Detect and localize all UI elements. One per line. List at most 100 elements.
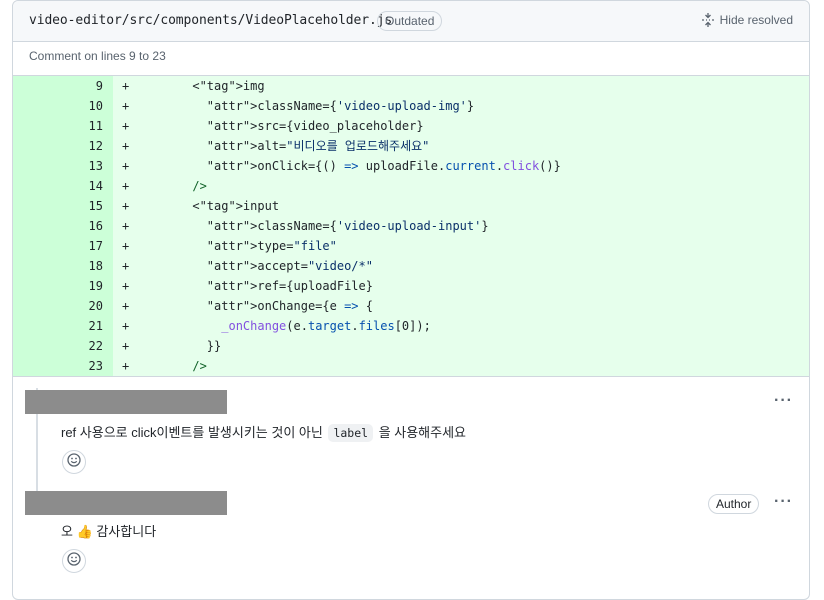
file-path[interactable]: video-editor/src/components/VideoPlaceho… <box>29 13 392 28</box>
add-reaction-button[interactable] <box>62 450 86 474</box>
add-reaction-button[interactable] <box>62 549 86 573</box>
diff-line[interactable]: 19 + "attr">ref={uploadFile} <box>13 276 809 296</box>
line-number-cell[interactable]: 10 <box>13 96 113 116</box>
line-number: 23 <box>88 359 103 373</box>
diff-sign: + <box>122 279 130 293</box>
code-cell: + "attr">src={video_placeholder} <box>113 116 809 136</box>
diff-sign: + <box>122 199 130 213</box>
code-cell: + /> <box>113 356 809 376</box>
diff-line[interactable]: 9 + <"tag">img <box>13 76 809 96</box>
code-text: /> <box>192 359 207 373</box>
diff-sign: + <box>122 259 130 273</box>
code-cell: + /> <box>113 176 809 196</box>
diff-line[interactable]: 10 + "attr">className={'video-upload-img'… <box>13 96 809 116</box>
code-cell: + "attr">onClick={() => uploadFile.curre… <box>113 156 809 176</box>
code-text: "attr">onClick={() => uploadFile.current… <box>206 159 561 173</box>
kebab-horizontal-icon[interactable]: ··· <box>774 493 793 511</box>
line-number: 14 <box>88 179 103 193</box>
code-cell: + "attr">className={'video-upload-input'… <box>113 216 809 236</box>
code-cell: + _onChange(e.target.files[0]); <box>113 316 809 336</box>
diff-line[interactable]: 18 + "attr">accept="video/*" <box>13 256 809 276</box>
code-cell: + "attr">className={'video-upload-img'} <box>113 96 809 116</box>
comment-2-body: 오 👍 감사합니다 <box>61 524 157 539</box>
diff-hunk: 9 + <"tag">img 10 + "attr">className={'vide… <box>13 75 809 377</box>
line-number: 10 <box>88 99 103 113</box>
smiley-icon <box>67 551 81 571</box>
line-number-cell[interactable]: 16 <box>13 216 113 236</box>
line-number-cell[interactable]: 20 <box>13 296 113 316</box>
diff-line[interactable]: 14 + /> <box>13 176 809 196</box>
line-number-cell[interactable]: 14 <box>13 176 113 196</box>
line-number-cell[interactable]: 11 <box>13 116 113 136</box>
line-number: 11 <box>88 119 103 133</box>
diff-sign: + <box>122 239 130 253</box>
line-number: 18 <box>88 259 103 273</box>
code-text: "attr">onChange={e => { <box>206 299 373 313</box>
line-number-cell[interactable]: 21 <box>13 316 113 336</box>
comment-1-code: label <box>328 424 374 442</box>
diff-line[interactable]: 12 + "attr">alt="비디오를 업로드해주세요" <box>13 136 809 156</box>
comment-1-body: ref 사용으로 click이벤트를 발생시키는 것이 아닌 label 을 사… <box>61 422 467 442</box>
comment-1-text-before: ref 사용으로 click이벤트를 발생시키는 것이 아닌 <box>61 425 327 440</box>
diff-line[interactable]: 23 + /> <box>13 356 809 376</box>
diff-line[interactable]: 17 + "attr">type="file" <box>13 236 809 256</box>
line-number-cell[interactable]: 18 <box>13 256 113 276</box>
diff-line[interactable]: 13 + "attr">onClick={() => uploadFile.cur… <box>13 156 809 176</box>
code-text: }} <box>149 339 222 353</box>
diff-line[interactable]: 21 + _onChange(e.target.files[0]); <box>13 316 809 336</box>
code-text: <"tag">input <box>149 199 280 213</box>
redacted-author-1 <box>25 390 227 414</box>
diff-sign: + <box>122 219 130 233</box>
line-number: 16 <box>88 219 103 233</box>
diff-line[interactable]: 15 + <"tag">input <box>13 196 809 216</box>
line-number: 13 <box>88 159 103 173</box>
redacted-author-2 <box>25 491 227 515</box>
code-cell: + "attr">type="file" <box>113 236 809 256</box>
author-badge: Author <box>708 494 760 514</box>
code-text: <"tag">img <box>149 79 265 93</box>
code-cell: + "attr">alt="비디오를 업로드해주세요" <box>113 136 809 156</box>
line-number-cell[interactable]: 19 <box>13 276 113 296</box>
file-header: video-editor/src/components/VideoPlaceho… <box>13 1 809 42</box>
line-number-cell[interactable]: 22 <box>13 336 113 356</box>
smiley-icon <box>67 452 81 472</box>
line-number: 20 <box>88 299 103 313</box>
diff-sign: + <box>122 119 130 133</box>
line-number-cell[interactable]: 23 <box>13 356 113 376</box>
kebab-horizontal-icon[interactable]: ··· <box>774 392 793 410</box>
line-number: 19 <box>88 279 103 293</box>
hide-resolved-button[interactable]: Hide resolved <box>701 13 793 27</box>
diff-line[interactable]: 20 + "attr">onChange={e => { <box>13 296 809 316</box>
code-text: "attr">accept="video/*" <box>206 259 373 273</box>
line-number: 22 <box>88 339 103 353</box>
diff-line[interactable]: 16 + "attr">className={'video-upload-inpu… <box>13 216 809 236</box>
comment-lines-caption: Comment on lines 9 to 23 <box>29 49 166 63</box>
outdated-badge: Outdated <box>377 11 443 31</box>
code-cell: + "attr">onChange={e => { <box>113 296 809 316</box>
line-number: 12 <box>88 139 103 153</box>
line-number-cell[interactable]: 9 <box>13 76 113 96</box>
line-number: 9 <box>95 79 103 93</box>
code-cell: + <"tag">input <box>113 196 809 216</box>
line-number-cell[interactable]: 12 <box>13 136 113 156</box>
code-text: "attr">alt="비디오를 업로드해주세요" <box>206 139 430 153</box>
code-text: "attr">className={'video-upload-img'} <box>206 99 475 113</box>
diff-sign: + <box>122 139 130 153</box>
diff-sign: + <box>122 339 130 353</box>
diff-sign: + <box>122 99 130 113</box>
diff-sign: + <box>122 159 130 173</box>
line-number-cell[interactable]: 17 <box>13 236 113 256</box>
diff-line[interactable]: 11 + "attr">src={video_placeholder} <box>13 116 809 136</box>
line-number-cell[interactable]: 13 <box>13 156 113 176</box>
diff-sign: + <box>122 319 130 333</box>
line-number: 21 <box>88 319 103 333</box>
fold-icon <box>701 13 714 27</box>
code-cell: + }} <box>113 336 809 356</box>
hide-resolved-label: Hide resolved <box>719 13 793 27</box>
line-number-cell[interactable]: 15 <box>13 196 113 216</box>
code-cell: + <"tag">img <box>113 76 809 96</box>
line-number: 17 <box>88 239 103 253</box>
comment-1-text-after: 을 사용해주세요 <box>375 425 467 440</box>
diff-sign: + <box>122 79 130 93</box>
diff-line[interactable]: 22 + }} <box>13 336 809 356</box>
